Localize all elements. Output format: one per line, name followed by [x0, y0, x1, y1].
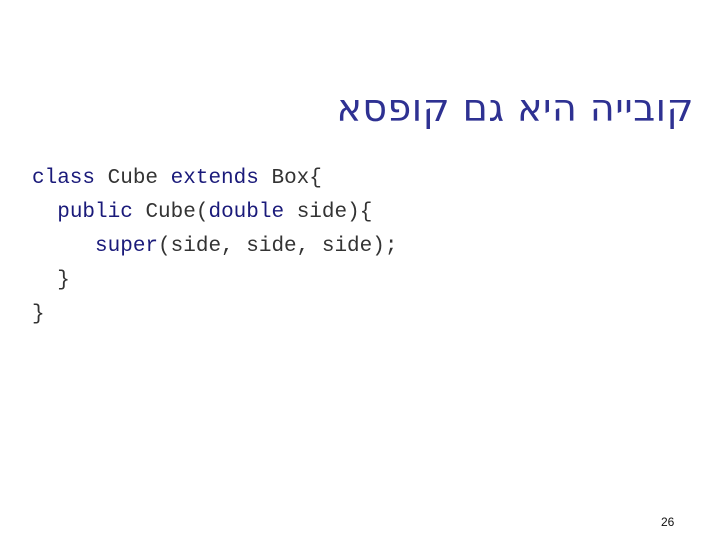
code-keyword: extends: [170, 167, 259, 190]
code-text: (side, side, side);: [158, 235, 398, 258]
code-line: super(side, side, side);: [32, 230, 397, 264]
code-text: Box{: [258, 167, 322, 190]
code-text: side){: [284, 201, 373, 224]
code-line: }: [32, 298, 397, 332]
code-keyword: class: [32, 167, 96, 190]
code-line: public Cube(double side){: [32, 196, 397, 230]
code-block: class Cube extends Box{ public Cube(doub…: [32, 162, 397, 332]
code-text: }: [57, 269, 70, 292]
code-text: }: [32, 303, 45, 326]
slide-title: קובייה היא גם קופסא: [336, 86, 694, 130]
code-line: }: [32, 264, 397, 298]
code-text: Cube: [95, 167, 171, 190]
page-number: 26: [661, 515, 675, 529]
code-keyword: double: [208, 201, 285, 224]
code-text: Cube(: [132, 201, 209, 224]
code-line: class Cube extends Box{: [32, 162, 397, 196]
slide: קובייה היא גם קופסא class Cube extends B…: [0, 0, 720, 540]
code-keyword: super: [95, 235, 159, 258]
code-keyword: public: [57, 201, 133, 224]
